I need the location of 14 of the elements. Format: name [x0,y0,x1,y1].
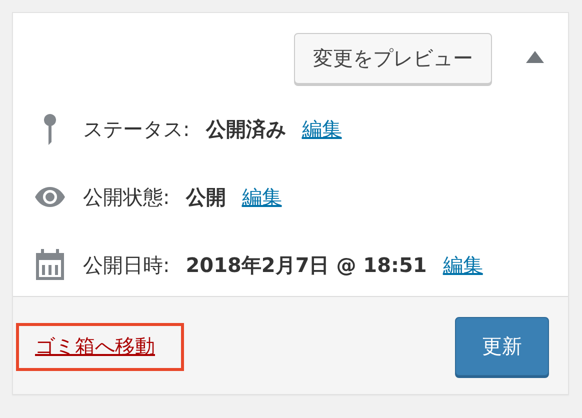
edit-link[interactable]: 編集 [442,252,483,278]
meta-value: 2018年2月7日 @ 18:51 [186,252,427,278]
calendar-icon [33,248,67,282]
edit-link[interactable]: 編集 [242,184,282,210]
meta-label: 公開状態: [83,184,170,210]
trash-link[interactable]: ゴミ箱へ移動 [16,322,184,370]
collapse-toggle-icon[interactable] [526,50,544,64]
meta-value: 公開 [186,184,226,210]
meta-label: ステータス: [83,116,190,142]
update-button[interactable]: 更新 [455,317,549,376]
meta-label: 公開日時: [83,252,170,278]
meta-value: 公開済み [206,116,286,142]
preview-button[interactable]: 変更をプレビュー [294,33,492,84]
edit-link[interactable]: 編集 [302,116,342,142]
